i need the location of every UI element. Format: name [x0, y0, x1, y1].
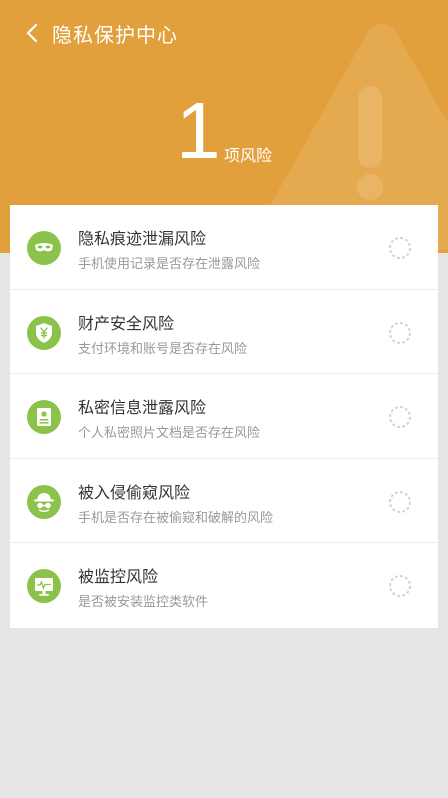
risk-count: 1 [176, 86, 221, 175]
risk-item-property-security[interactable]: 财产安全风险 支付环境和账号是否存在风险 [10, 290, 438, 375]
loading-spinner-icon [388, 490, 412, 514]
risk-item-intrusion[interactable]: 被入侵偷窥风险 手机是否存在被偷窥和破解的风险 [10, 459, 438, 544]
risk-item-title: 财产安全风险 [78, 313, 175, 333]
risk-item-subtitle: 支付环境和账号是否存在风险 [78, 341, 248, 357]
risk-item-subtitle: 是否被安装监控类软件 [78, 595, 209, 611]
chevron-left-icon [26, 23, 38, 43]
risk-count-unit: 项风险 [224, 146, 273, 165]
risk-item-subtitle: 手机使用记录是否存在泄露风险 [78, 257, 261, 272]
risk-item-private-info[interactable]: 私密信息泄露风险 个人私密照片文档是否存在风险 [10, 374, 438, 459]
loading-spinner-icon [388, 321, 412, 345]
page-title: 隐私保护中心 [52, 23, 178, 47]
risk-item-title: 隐私痕迹泄漏风险 [78, 229, 207, 248]
loading-spinner-icon [388, 405, 412, 429]
risk-item-privacy-trace[interactable]: 隐私痕迹泄漏风险 手机使用记录是否存在泄露风险 [10, 205, 438, 290]
risk-item-title: 被监控风险 [78, 567, 159, 587]
loading-spinner-icon [388, 574, 412, 598]
mask-icon [27, 231, 61, 265]
spy-icon [27, 484, 61, 519]
id-card-icon [27, 400, 61, 435]
monitor-icon [27, 569, 61, 604]
risk-item-monitoring[interactable]: 被监控风险 是否被安装监控类软件 [10, 543, 438, 628]
risk-item-title: 私密信息泄露风险 [78, 398, 207, 418]
back-button[interactable] [22, 22, 44, 44]
risk-item-title: 被入侵偷窥风险 [78, 482, 191, 502]
yuan-shield-icon [27, 315, 61, 350]
risk-item-subtitle: 个人私密照片文档是否存在风险 [78, 426, 261, 442]
risk-item-subtitle: 手机是否存在被偷窥和破解的风险 [78, 510, 274, 526]
risk-list: 隐私痕迹泄漏风险 手机使用记录是否存在泄露风险 财产安全风险 支付环境和账号是否… [10, 205, 438, 628]
loading-spinner-icon [388, 236, 412, 260]
